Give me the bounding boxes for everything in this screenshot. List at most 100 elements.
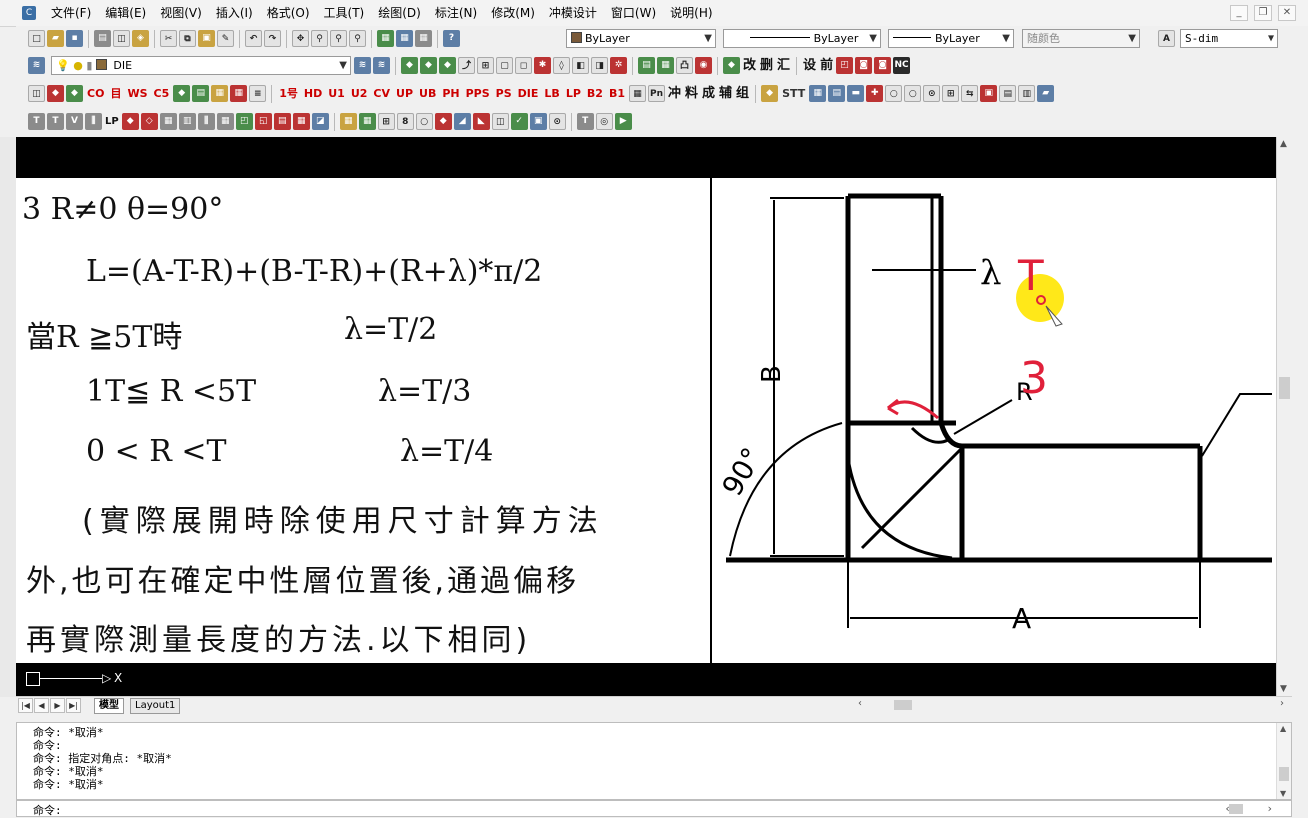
scrollbar-thumb[interactable]: [1279, 767, 1289, 781]
comp-10-icon[interactable]: ▦: [216, 113, 234, 130]
pns-icon[interactable]: Pn: [647, 85, 665, 102]
die-tool-11-icon[interactable]: ◨: [591, 57, 608, 74]
open-file-icon[interactable]: ▰: [47, 30, 64, 47]
die-label-icon[interactable]: DIE: [516, 85, 541, 102]
die-e-icon[interactable]: ▤: [192, 85, 210, 102]
die-b-icon[interactable]: ◆: [47, 85, 64, 102]
die-tool-9-icon[interactable]: ◊: [553, 57, 570, 74]
comp-7-icon[interactable]: ▦: [159, 113, 177, 130]
die-tool-1-icon[interactable]: ◆: [401, 57, 418, 74]
plotstyle-combo[interactable]: 随颜色 ▼: [1022, 29, 1140, 48]
die-n-icon[interactable]: ✚: [866, 85, 884, 102]
hd-icon[interactable]: HD: [302, 85, 324, 102]
scroll-down-icon[interactable]: ▼: [1280, 789, 1286, 798]
die-f-icon[interactable]: ▦: [211, 85, 229, 102]
app-icon[interactable]: C: [22, 6, 36, 20]
comp-30-icon[interactable]: ▶: [614, 113, 632, 130]
comp-24-icon[interactable]: ◫: [491, 113, 509, 130]
up-icon[interactable]: UP: [394, 85, 415, 102]
co-icon[interactable]: CO: [85, 85, 106, 102]
die-a-icon[interactable]: ◫: [28, 85, 45, 102]
group-text-icon[interactable]: 组: [735, 85, 750, 102]
die-tool-5-icon[interactable]: ⊞: [477, 57, 494, 74]
comp-13-icon[interactable]: ▤: [273, 113, 291, 130]
circle2-icon[interactable]: ○: [904, 85, 922, 102]
die-tool-17-icon[interactable]: ◆: [723, 57, 740, 74]
print-icon[interactable]: ▤: [94, 30, 111, 47]
setup-text-icon[interactable]: 设: [802, 57, 817, 74]
comp-23-icon[interactable]: ◣: [472, 113, 490, 130]
die-l-icon[interactable]: ▤: [828, 85, 846, 102]
scroll-right-icon[interactable]: ›: [1280, 698, 1284, 709]
die-tool-7-icon[interactable]: ◻: [515, 57, 532, 74]
lineweight-combo[interactable]: ByLayer ▼: [888, 29, 1014, 48]
forming-text-icon[interactable]: 成: [701, 85, 716, 102]
redo-icon[interactable]: ↷: [264, 30, 281, 47]
die-tool-13-icon[interactable]: ▤: [638, 57, 655, 74]
restore-icon[interactable]: ❐: [1254, 5, 1272, 21]
scrollbar-thumb[interactable]: [1279, 377, 1290, 399]
print-preview-icon[interactable]: ◫: [113, 30, 130, 47]
menu-edit[interactable]: 编辑(E): [98, 5, 153, 21]
next-tab-icon[interactable]: ▶: [50, 698, 65, 713]
b2-icon[interactable]: B2: [585, 85, 605, 102]
comp-9-icon[interactable]: ⫼: [197, 113, 215, 130]
menu-die-design[interactable]: 冲模设计: [542, 5, 604, 21]
ph-icon[interactable]: PH: [440, 85, 461, 102]
menu-help[interactable]: 说明(H): [663, 5, 719, 21]
pps-icon[interactable]: PPS: [464, 85, 492, 102]
vertical-scrollbar[interactable]: ▲ ▼: [1276, 137, 1293, 696]
save-icon[interactable]: ▪: [66, 30, 83, 47]
lb-icon[interactable]: LB: [542, 85, 561, 102]
circle-icon[interactable]: ○: [885, 85, 903, 102]
comp-25-icon[interactable]: ✓: [510, 113, 528, 130]
menu-tools[interactable]: 工具(T): [317, 5, 372, 21]
aux-text-icon[interactable]: 辅: [718, 85, 733, 102]
menu-view[interactable]: 视图(V): [153, 5, 209, 21]
die-k-icon[interactable]: ▦: [809, 85, 827, 102]
make-object-layer-current-icon[interactable]: ≋: [354, 57, 371, 74]
die-j-icon[interactable]: ◆: [761, 85, 779, 102]
comp-4-icon[interactable]: ⫼: [85, 113, 102, 130]
cv-icon[interactable]: CV: [371, 85, 392, 102]
die-tool-14-icon[interactable]: ▦: [657, 57, 674, 74]
die-tool-16-icon[interactable]: ◉: [695, 57, 712, 74]
die-tool-19-icon[interactable]: ◙: [855, 57, 873, 74]
die-s-icon[interactable]: ▤: [999, 85, 1017, 102]
comp-19-icon[interactable]: 8: [396, 113, 414, 130]
die-g-icon[interactable]: ▦: [230, 85, 248, 102]
mu-icon[interactable]: 目: [108, 85, 123, 102]
tab-layout1[interactable]: Layout1: [130, 698, 181, 714]
zoom-previous-icon[interactable]: ⚲: [349, 30, 366, 47]
die-tool-2-icon[interactable]: ◆: [420, 57, 437, 74]
tab-model[interactable]: 模型: [94, 698, 124, 714]
layer-manager-icon[interactable]: ≋: [28, 57, 45, 74]
comp-2-icon[interactable]: T: [47, 113, 64, 130]
nc-icon[interactable]: NC: [893, 57, 911, 74]
copy-icon[interactable]: ⧉: [179, 30, 196, 47]
tool-palette-icon[interactable]: ▦: [415, 30, 432, 47]
linetype-combo[interactable]: ByLayer ▼: [723, 29, 881, 48]
undo-icon[interactable]: ↶: [245, 30, 262, 47]
comp-26-icon[interactable]: ▣: [529, 113, 547, 130]
scrollbar-thumb[interactable]: [894, 700, 912, 710]
die-m-icon[interactable]: ▬: [847, 85, 865, 102]
die-o-icon[interactable]: ⊙: [923, 85, 941, 102]
menu-dimension[interactable]: 标注(N): [428, 5, 484, 21]
pan-icon[interactable]: ✥: [292, 30, 309, 47]
die-tool-3-icon[interactable]: ◆: [439, 57, 456, 74]
die-q-icon[interactable]: ⇆: [961, 85, 979, 102]
u1-icon[interactable]: U1: [326, 85, 347, 102]
comp-21-icon[interactable]: ◆: [434, 113, 452, 130]
command-scrollbar[interactable]: ▲ ▼: [1276, 723, 1291, 799]
comp-28-icon[interactable]: T: [576, 113, 594, 130]
zoom-window-icon[interactable]: ⚲: [330, 30, 347, 47]
menu-insert[interactable]: 插入(I): [209, 5, 260, 21]
design-center-icon[interactable]: ▦: [396, 30, 413, 47]
close-icon[interactable]: ✕: [1278, 5, 1296, 21]
ps-icon[interactable]: PS: [494, 85, 514, 102]
menu-draw[interactable]: 绘图(D): [371, 5, 428, 21]
first-tab-icon[interactable]: |◀: [18, 698, 33, 713]
die-tool-15-icon[interactable]: 凸: [676, 57, 693, 74]
dimstyle-icon[interactable]: A: [1158, 30, 1175, 47]
